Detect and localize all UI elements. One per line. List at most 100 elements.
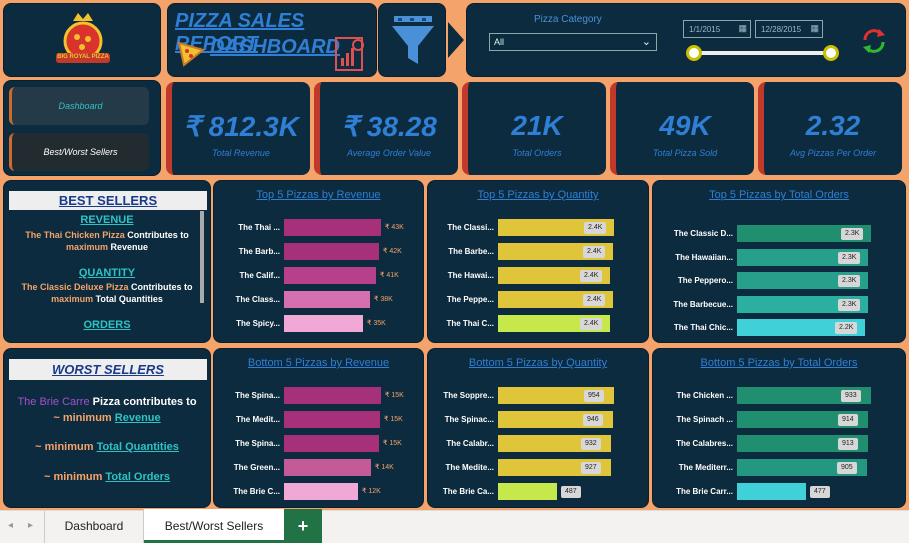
kpi-value: ₹ 812.3K: [183, 111, 299, 142]
category-selected-value: All: [494, 37, 505, 47]
chart-title: Top 5 Pizzas by Revenue: [256, 189, 381, 201]
refresh-icon[interactable]: [859, 26, 889, 56]
bar[interactable]: [284, 435, 379, 452]
bar-row[interactable]: The Peppe... 2.4K: [428, 291, 648, 308]
bar-category-label: The Soppre...: [443, 391, 494, 400]
bar-row[interactable]: The Brie Carr... 477: [653, 483, 905, 500]
bar-row[interactable]: The Soppre... 954: [428, 387, 648, 404]
bar-row[interactable]: The Calabr... 932: [428, 435, 648, 452]
add-page-button[interactable]: +: [284, 509, 322, 543]
bar-value-label: 954: [584, 390, 604, 402]
bar[interactable]: [284, 243, 379, 260]
bar-category-label: The Classic D...: [673, 229, 733, 238]
bar-row[interactable]: The Peppero... 2.3K: [653, 272, 905, 289]
worst-pizza: The Brie Carre: [17, 396, 90, 408]
date-end-value: 12/28/2015: [761, 25, 802, 34]
bar[interactable]: [284, 315, 363, 332]
bar-row[interactable]: The Thai ... ₹ 43K: [214, 219, 423, 236]
best-revenue-t2: Revenue: [108, 242, 149, 252]
bar-row[interactable]: The Classic D... 2.3K: [653, 225, 905, 242]
tab-dashboard-label: Dashboard: [64, 519, 124, 533]
bar-category-label: The Barbecue...: [673, 299, 733, 309]
bar-row[interactable]: The Spinac... 946: [428, 411, 648, 428]
bar-row[interactable]: The Class... ₹ 38K: [214, 291, 423, 308]
bar-value-label: 487: [561, 486, 581, 498]
bar[interactable]: [284, 291, 370, 308]
bar-category-label: The Calabres...: [676, 439, 733, 448]
bar-category-label: The Hawai...: [447, 271, 494, 280]
bar[interactable]: [284, 267, 376, 284]
bar-row[interactable]: The Calif... ₹ 41K: [214, 267, 423, 284]
bar-row[interactable]: The Medite... 927: [428, 459, 648, 476]
bar[interactable]: [284, 411, 380, 428]
bar-category-label: The Calif...: [239, 271, 280, 280]
nav-best-worst-button[interactable]: Best/Worst Sellers: [9, 133, 149, 171]
worst-tilde2: ~ minimum: [35, 441, 97, 453]
best-quantity-t1: Contributes to: [128, 282, 193, 292]
date-slider-track[interactable]: [695, 51, 833, 55]
date-slider-handle-start[interactable]: [686, 45, 702, 61]
bar[interactable]: [284, 387, 381, 404]
scroll-right-icon[interactable]: ▸: [28, 520, 33, 531]
bar-category-label: The Brie Carr...: [676, 487, 733, 496]
bar-row[interactable]: The Brie C... ₹ 12K: [214, 483, 423, 500]
bar-row[interactable]: The Brie Ca... 487: [428, 483, 648, 500]
bar[interactable]: [284, 483, 358, 500]
bar-row[interactable]: The Hawai... 2.4K: [428, 267, 648, 284]
bar-row[interactable]: The Calabres... 913: [653, 435, 905, 452]
tab-best-worst[interactable]: Best/Worst Sellers: [144, 509, 284, 543]
slicer-panel: Pizza Category All ⌄ 1/1/2015 ▦ 12/28/20…: [466, 3, 906, 77]
plus-icon: +: [297, 516, 309, 536]
kpi-label: Total Orders: [512, 148, 562, 158]
bar-row[interactable]: The Spina... ₹ 15K: [214, 435, 423, 452]
bar[interactable]: [737, 483, 806, 500]
nav-dashboard-button[interactable]: Dashboard: [9, 87, 149, 125]
bar-category-label: The Spinac...: [444, 415, 494, 424]
category-dropdown[interactable]: All ⌄: [489, 33, 657, 51]
bar-row[interactable]: The Barbe... 2.4K: [428, 243, 648, 260]
best-quantity-pizza: The Classic Deluxe Pizza: [21, 282, 129, 292]
bar-category-label: The Peppe...: [446, 295, 494, 304]
best-orders-head: ORDERS: [83, 319, 131, 331]
bar-value-label: ₹ 15K: [385, 392, 404, 399]
bar-row[interactable]: The Thai Chic... 2.2K: [653, 319, 905, 336]
bar-value-label: 2.3K: [838, 251, 861, 264]
best-revenue-head: REVENUE: [80, 214, 134, 226]
filter-icon-panel: [378, 3, 446, 77]
bar-category-label: The Spina...: [235, 439, 280, 448]
bar-row[interactable]: The Green... ₹ 14K: [214, 459, 423, 476]
bar[interactable]: [284, 459, 371, 476]
worst-text-line2: ~ minimum Revenue: [4, 412, 210, 424]
bar-value-label: 2.4K: [583, 294, 606, 306]
worst-t1: Pizza contributes to: [89, 396, 197, 408]
date-start-input[interactable]: 1/1/2015 ▦: [683, 20, 751, 38]
arrow-right-icon: [448, 22, 464, 58]
bar-row[interactable]: The Barbecue... 2.3K: [653, 295, 905, 313]
bar-row[interactable]: The Hawaiian... 2.3K: [653, 248, 905, 266]
date-slider-handle-end[interactable]: [823, 45, 839, 61]
bar-category-label: The Barbe...: [448, 247, 494, 256]
best-quantity-t2: Total Quantities: [93, 294, 163, 304]
bar-row[interactable]: The Spinach ... 914: [653, 411, 905, 428]
scroll-left-icon[interactable]: ◂: [8, 520, 13, 531]
bar-row[interactable]: The Classi... 2.4K: [428, 219, 648, 236]
date-end-input[interactable]: 12/28/2015 ▦: [755, 20, 823, 38]
bar-row[interactable]: The Medit... ₹ 15K: [214, 411, 423, 428]
bar-row[interactable]: The Mediterr... 905: [653, 459, 905, 476]
bar[interactable]: [498, 483, 557, 500]
worst-text-line1: The Brie Carre Pizza contributes to: [4, 396, 210, 408]
bar-row[interactable]: The Chicken ... 933: [653, 387, 905, 404]
bar-value-label: ₹ 38K: [374, 296, 393, 303]
best-revenue-text: The Thai Chicken Pizza Contributes to ma…: [12, 229, 202, 253]
tab-dashboard[interactable]: Dashboard: [44, 509, 144, 543]
bar-value-label: ₹ 42K: [383, 248, 402, 255]
bar-row[interactable]: The Spina... ₹ 15K: [214, 387, 423, 404]
bar-value-label: 2.4K: [580, 318, 603, 330]
bar-row[interactable]: The Thai C... 2.4K: [428, 315, 648, 332]
bar-row[interactable]: The Barb... ₹ 42K: [214, 243, 423, 260]
chart-bottom-revenue: Bottom 5 Pizzas by Revenue The Spina... ₹ …: [213, 348, 424, 508]
bar[interactable]: [284, 219, 381, 236]
worst-tilde1: ~ minimum: [53, 412, 115, 424]
bar-row[interactable]: The Spicy... ₹ 35K: [214, 315, 423, 332]
pizza-slice-icon: [177, 41, 206, 67]
